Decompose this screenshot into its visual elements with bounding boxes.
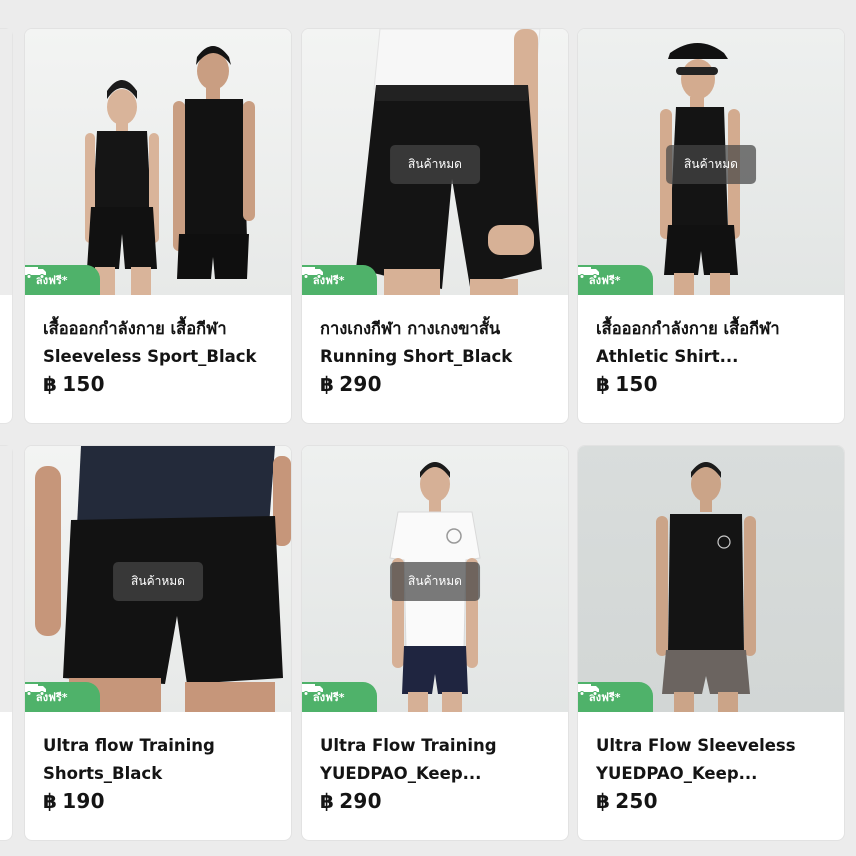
free-shipping-badge: ส่งฟรี* [302, 265, 377, 295]
product-name-line1[interactable]: Ultra Flow Training [320, 732, 556, 760]
partial-product-card[interactable] [0, 445, 13, 841]
free-shipping-badge: ส่งฟรี* [578, 682, 653, 712]
product-price: ฿ 290 [320, 372, 556, 396]
product-name-line1[interactable]: เสื้อออกกำลังกาย เสื้อกีฬา [596, 315, 832, 343]
currency-symbol: ฿ [596, 789, 611, 813]
product-card[interactable]: ส่งฟรี* Ultra Flow Sleeveless YUEDPAO_Ke… [577, 445, 845, 841]
product-image[interactable]: ส่งฟรี* [25, 29, 291, 295]
product-image[interactable]: สินค้าหมด ส่งฟรี* [302, 29, 568, 295]
sold-out-label: สินค้าหมด [666, 145, 756, 184]
product-name-line2[interactable]: Shorts_Black [43, 760, 279, 788]
price-value: 290 [339, 372, 382, 396]
product-name-line1[interactable]: กางเกงกีฬา กางเกงขาสั้น [320, 315, 556, 343]
currency-symbol: ฿ [320, 789, 335, 813]
product-image[interactable]: สินค้าหมด ส่งฟรี* [578, 29, 844, 295]
price-value: 190 [62, 789, 105, 813]
product-card[interactable]: สินค้าหมด ส่งฟรี* Ultra flow Training Sh… [24, 445, 292, 841]
product-card[interactable]: สินค้าหมด ส่งฟรี* กางเกงกีฬา กางเกงขาสั้… [301, 28, 569, 424]
currency-symbol: ฿ [43, 789, 58, 813]
product-price: ฿ 290 [320, 789, 556, 813]
product-image[interactable]: ส่งฟรี* [578, 446, 844, 712]
currency-symbol: ฿ [43, 372, 58, 396]
price-value: 290 [339, 789, 382, 813]
product-name-line2[interactable]: Sleeveless Sport_Black [43, 343, 279, 371]
free-shipping-badge: ส่งฟรี* [578, 265, 653, 295]
product-card[interactable]: สินค้าหมด ส่งฟรี* Ultra Flow Training YU… [301, 445, 569, 841]
product-price: ฿ 250 [596, 789, 832, 813]
sold-out-label: สินค้าหมด [390, 562, 480, 601]
product-card[interactable]: สินค้าหมด ส่งฟรี* เสื้อออกกำลังกาย เสื้อ… [577, 28, 845, 424]
currency-symbol: ฿ [596, 372, 611, 396]
sold-out-label: สินค้าหมด [113, 562, 203, 601]
sold-out-label: สินค้าหมด [390, 145, 480, 184]
price-value: 250 [615, 789, 658, 813]
product-name-line2[interactable]: Running Short_Black [320, 343, 556, 371]
product-price: ฿ 190 [43, 789, 279, 813]
product-card[interactable]: ส่งฟรี* เสื้อออกกำลังกาย เสื้อกีฬา Sleev… [24, 28, 292, 424]
product-name-line2[interactable]: Athletic Shirt... [596, 343, 832, 371]
product-image[interactable]: สินค้าหมด ส่งฟรี* [25, 446, 291, 712]
price-value: 150 [62, 372, 105, 396]
free-shipping-badge: ส่งฟรี* [25, 682, 100, 712]
product-price: ฿ 150 [596, 372, 832, 396]
currency-symbol: ฿ [320, 372, 335, 396]
product-name-line2[interactable]: YUEDPAO_Keep... [320, 760, 556, 788]
product-price: ฿ 150 [43, 372, 279, 396]
product-name-line1[interactable]: Ultra Flow Sleeveless [596, 732, 832, 760]
product-name-line1[interactable]: เสื้อออกกำลังกาย เสื้อกีฬา [43, 315, 279, 343]
partial-product-card[interactable] [0, 28, 13, 424]
product-name-line2[interactable]: YUEDPAO_Keep... [596, 760, 832, 788]
product-image[interactable]: สินค้าหมด ส่งฟรี* [302, 446, 568, 712]
price-value: 150 [615, 372, 658, 396]
product-name-line1[interactable]: Ultra flow Training [43, 732, 279, 760]
free-shipping-badge: ส่งฟรี* [25, 265, 100, 295]
free-shipping-badge: ส่งฟรี* [302, 682, 377, 712]
